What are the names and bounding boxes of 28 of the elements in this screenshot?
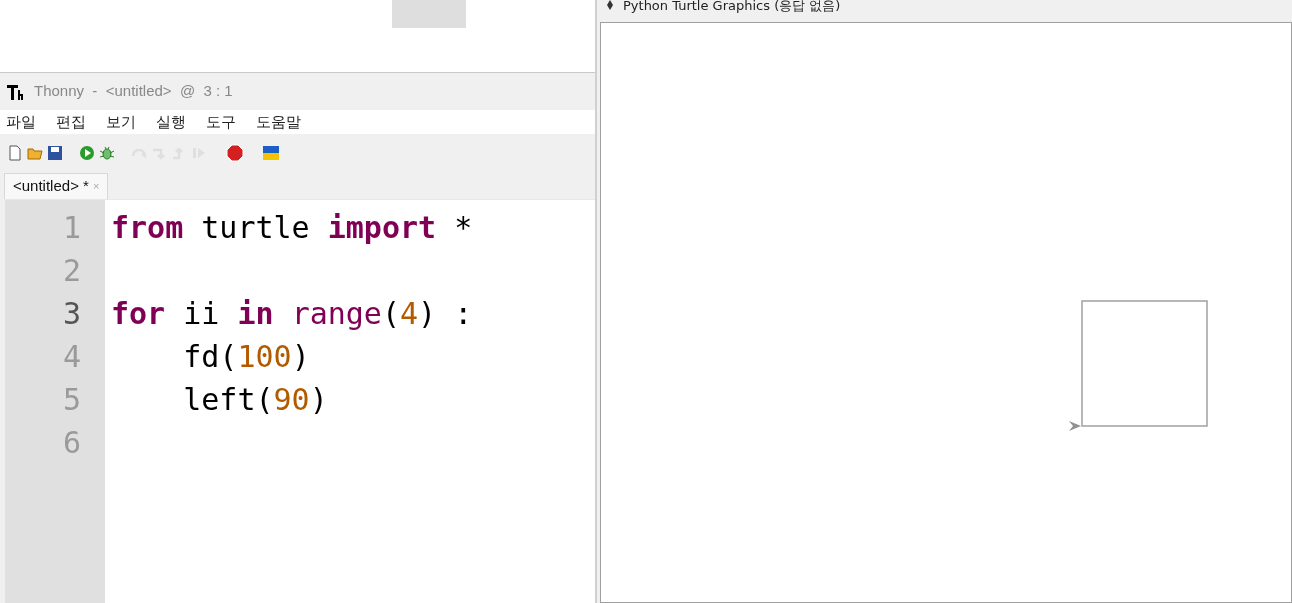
menu-item[interactable]: 도구 (206, 110, 236, 134)
line-number: 2 (62, 252, 81, 290)
line-number: 4 (62, 338, 81, 376)
app-logo-icon (6, 82, 26, 101)
line-number: 6 (62, 424, 81, 462)
line-number: 3 (62, 295, 81, 333)
code-line: left(90) (182, 381, 328, 419)
menu-item[interactable]: 실행 (156, 110, 186, 134)
menu-item[interactable]: 도움말 (256, 110, 301, 134)
editor-tab[interactable]: <untitled> * × (4, 173, 109, 199)
play-icon[interactable] (78, 144, 96, 162)
code-line: for ii in range(4) : (111, 295, 473, 333)
save-icon[interactable] (46, 144, 64, 162)
bug-icon[interactable] (98, 144, 116, 162)
code-line: fd(100) (182, 338, 310, 376)
menu-item[interactable]: 파일 (6, 110, 36, 134)
flag-icon[interactable] (262, 144, 280, 162)
window-title: Thonny - <untitled> @ 3 : 1 (34, 81, 233, 102)
new-file-icon[interactable] (6, 144, 24, 162)
line-number: 1 (62, 209, 81, 247)
menu-item[interactable]: 보기 (106, 110, 136, 134)
code-line: from turtle import * (111, 209, 473, 247)
window-title: Python Turtle Graphics (응답 없음) (623, 0, 841, 12)
line-number: 5 (62, 381, 81, 419)
menu-item[interactable]: 편집 (56, 110, 86, 134)
stop-sign-icon[interactable] (226, 144, 244, 162)
tab-label: <untitled> * (13, 176, 89, 197)
feather-icon (605, 0, 615, 10)
